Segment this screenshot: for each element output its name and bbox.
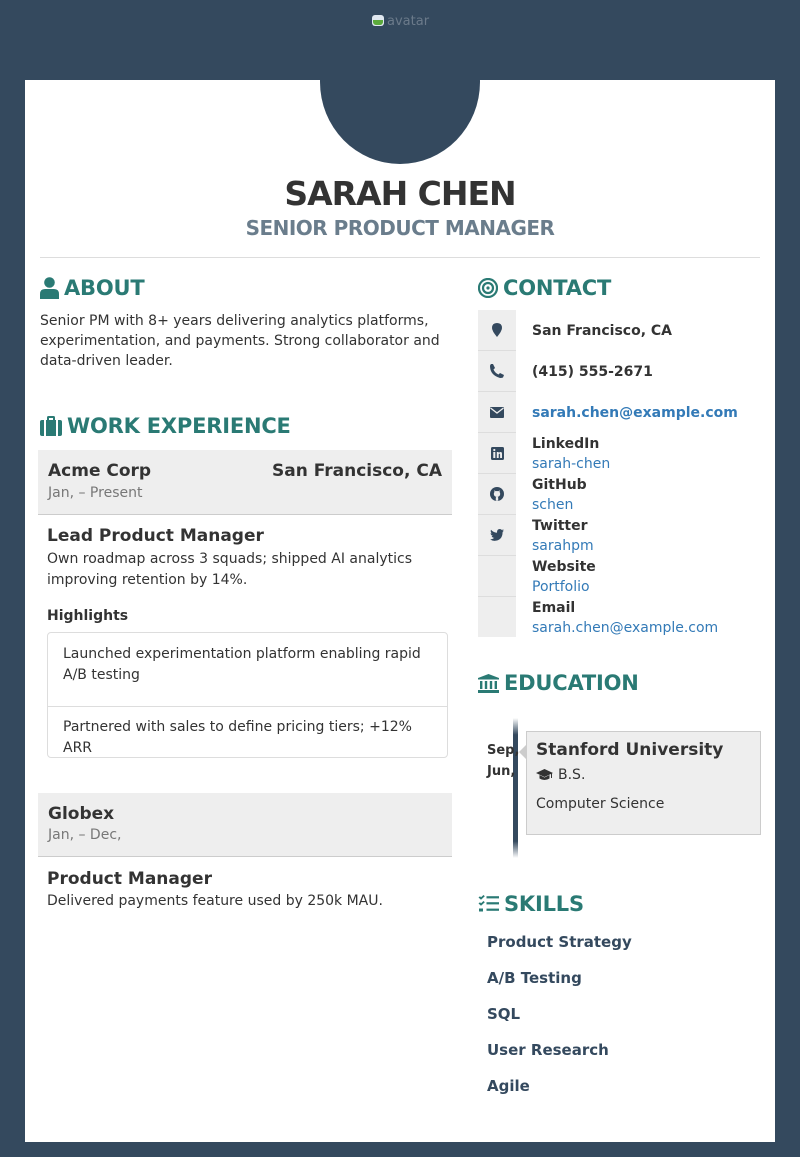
education-degree-row: B.S. (536, 767, 585, 783)
about-heading: ABOUT (40, 276, 145, 300)
job-company: Globex (48, 804, 115, 824)
education-heading-label: EDUCATION (504, 671, 639, 695)
contact-email[interactable]: sarah.chen@example.com (532, 405, 738, 421)
network-link-email[interactable]: sarah.chen@example.com (532, 620, 718, 636)
list-divider (48, 706, 447, 707)
job-company: Acme Corp (48, 461, 152, 481)
header-divider (40, 257, 760, 258)
envelope-icon (490, 406, 504, 418)
network-label-github: GitHub (532, 477, 587, 493)
graduation-cap-icon (536, 769, 553, 780)
avatar: avatar (370, 12, 429, 30)
contact-heading-label: CONTACT (503, 276, 612, 300)
job-dates: Jan, – Present (48, 485, 143, 501)
linkedin-icon (490, 446, 504, 460)
skills-heading-label: SKILLS (504, 892, 584, 916)
list-item: Launched experimentation platform enabli… (63, 646, 421, 683)
contact-icon-column (478, 310, 516, 637)
contact-cell (478, 556, 516, 597)
github-icon (490, 487, 504, 501)
highlights-label: Highlights (47, 608, 129, 624)
contact-cell (478, 515, 516, 556)
education-entry: Stanford University B.S. Computer Scienc… (526, 731, 761, 835)
network-label-website: Website (532, 559, 596, 575)
skill-item: Agile (487, 1077, 530, 1095)
profile-photo-placeholder (320, 80, 480, 164)
education-heading: EDUCATION (478, 671, 639, 695)
institution-icon (478, 673, 499, 693)
network-label-linkedin: LinkedIn (532, 436, 600, 452)
map-marker-icon (492, 323, 502, 337)
skills-heading: SKILLS (478, 892, 584, 916)
skill-item: A/B Testing (487, 969, 582, 987)
skill-item: Product Strategy (487, 933, 632, 951)
timeline-line (513, 718, 518, 858)
skill-item: SQL (487, 1005, 521, 1023)
contact-heading: CONTACT (478, 276, 611, 300)
job-header: Globex Jan, – Dec, (38, 793, 452, 857)
education-degree: B.S. (558, 767, 586, 783)
network-link-linkedin[interactable]: sarah-chen (532, 456, 610, 472)
contact-cell (478, 310, 516, 351)
job-dates: Jan, – Dec, (48, 827, 122, 843)
contact-cell (478, 597, 516, 637)
highlights-list: Launched experimentation platform enabli… (47, 632, 448, 758)
contact-cell (478, 392, 516, 433)
network-link-github[interactable]: schen (532, 497, 573, 513)
about-text: Senior PM with 8+ years delivering analy… (40, 313, 440, 369)
job-role: Lead Product Manager (47, 526, 264, 546)
twitter-icon (490, 529, 504, 541)
contact-phone[interactable]: (415) 555-2671 (532, 364, 653, 380)
list-item: Partnered with sales to define pricing t… (63, 719, 412, 756)
education-date-start: Sep, (487, 743, 520, 758)
job-description: Delivered payments feature used by 250k … (47, 893, 383, 909)
work-heading-label: WORK EXPERIENCE (67, 414, 291, 438)
network-label-twitter: Twitter (532, 518, 588, 534)
avatar-alt-text: avatar (387, 13, 430, 29)
job-location: San Francisco, CA (271, 461, 442, 481)
person-title: SENIOR PRODUCT MANAGER (245, 216, 555, 240)
checklist-icon (478, 895, 499, 912)
contact-cell (478, 474, 516, 515)
target-icon (478, 278, 498, 298)
user-icon (40, 277, 59, 299)
education-field: Computer Science (536, 796, 665, 812)
education-date-end: Jun, (487, 764, 516, 779)
contact-location: San Francisco, CA (532, 323, 673, 339)
skill-item: User Research (487, 1041, 609, 1059)
job-description: Own roadmap across 3 squads; shipped AI … (47, 551, 413, 588)
contact-cell (478, 433, 516, 474)
network-link-twitter[interactable]: sarahpm (532, 538, 594, 554)
network-label-email: Email (532, 600, 576, 616)
job-role: Product Manager (47, 869, 212, 889)
broken-image-icon (370, 14, 386, 28)
person-name: SARAH CHEN (284, 174, 516, 213)
phone-icon (490, 364, 504, 378)
briefcase-icon (40, 416, 62, 436)
work-heading: WORK EXPERIENCE (40, 414, 291, 438)
about-heading-label: ABOUT (64, 276, 145, 300)
education-school: Stanford University (536, 740, 724, 760)
job-header: Acme Corp San Francisco, CA Jan, – Prese… (38, 450, 452, 515)
network-link-website[interactable]: Portfolio (532, 579, 590, 595)
resume-card: SARAH CHEN SENIOR PRODUCT MANAGER ABOUT … (25, 80, 775, 1142)
contact-cell (478, 351, 516, 392)
